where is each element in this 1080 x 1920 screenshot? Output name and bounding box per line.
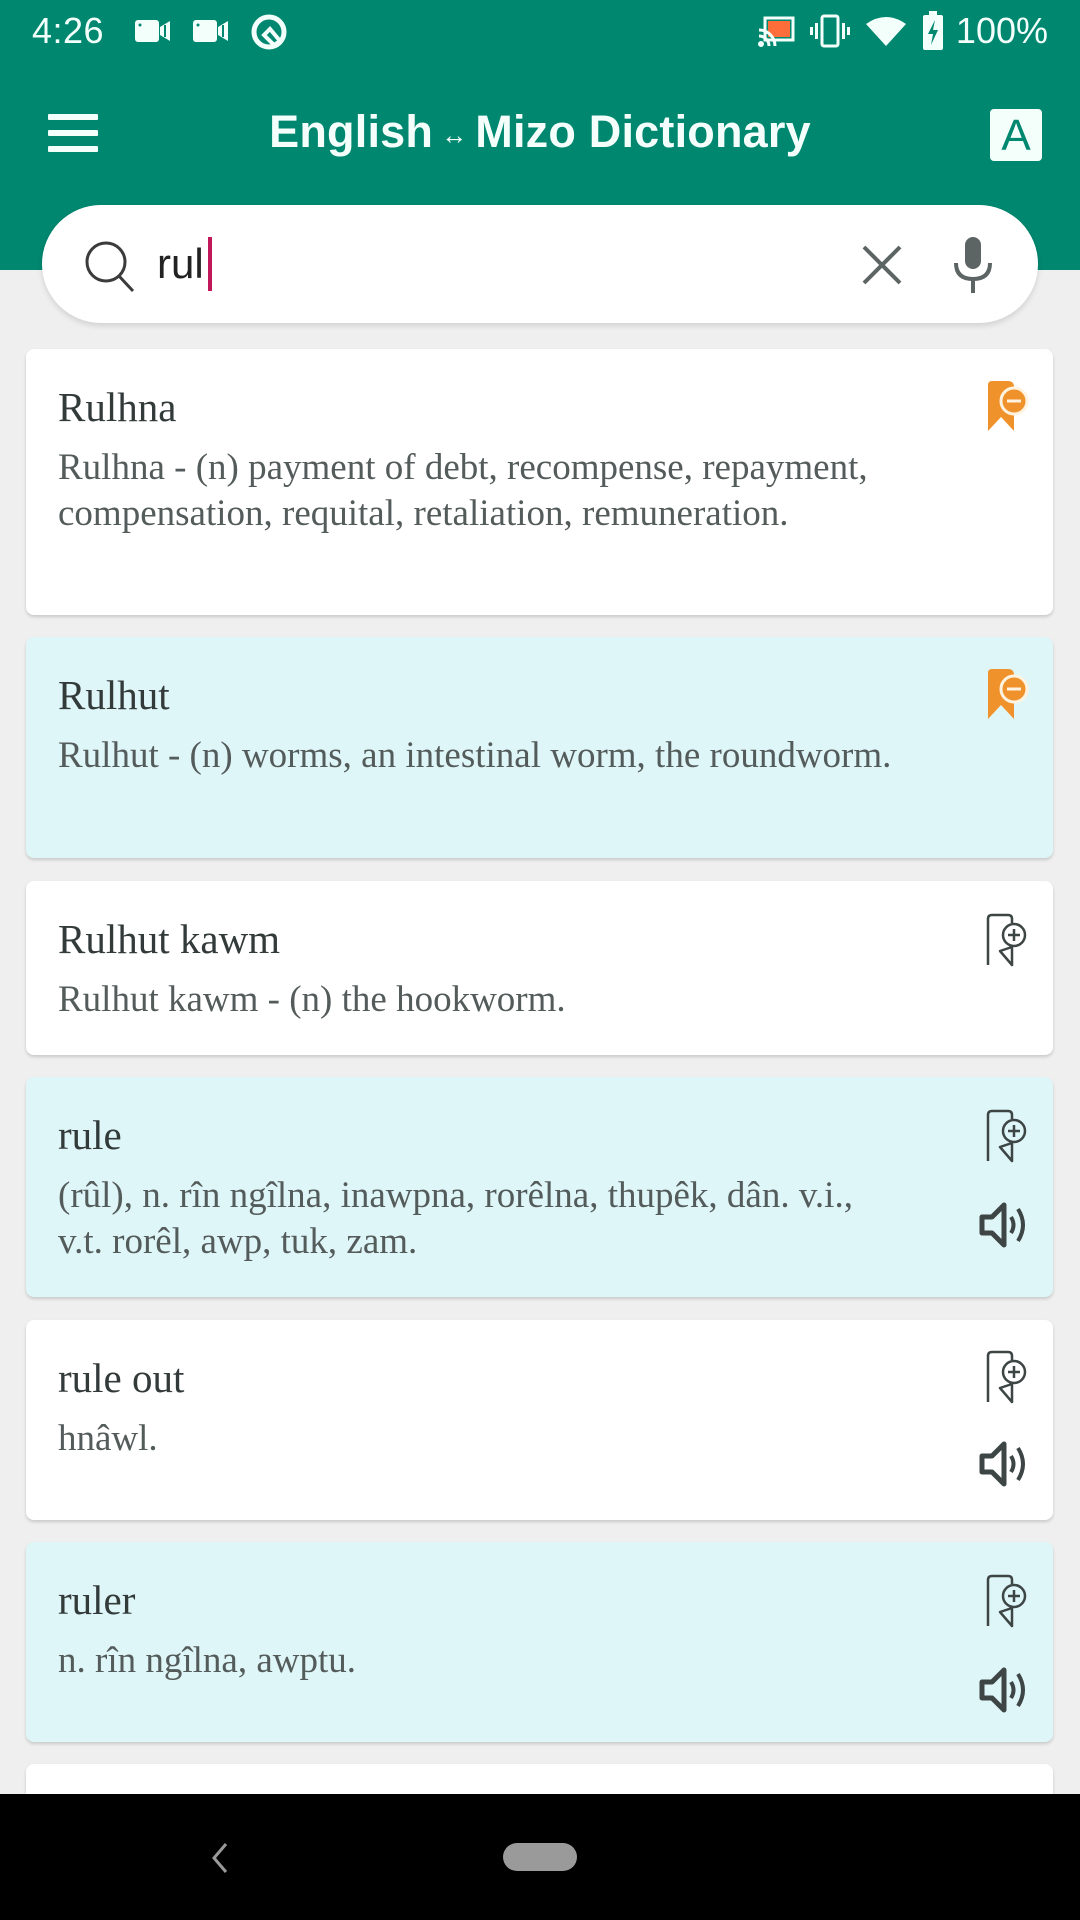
- bookmark-add-icon[interactable]: [984, 1574, 1030, 1630]
- search-icon: [85, 241, 135, 293]
- video-camera-icon: [193, 20, 228, 42]
- wifi-icon: [866, 17, 906, 46]
- close-icon[interactable]: [854, 237, 910, 293]
- home-pill-icon[interactable]: [503, 1843, 577, 1871]
- search-bar: [42, 205, 1038, 323]
- result-word: Rulhut kawm: [58, 916, 281, 962]
- text-caret: [208, 237, 212, 291]
- bookmark-add-icon[interactable]: [984, 1109, 1030, 1165]
- result-definition: Rulhut - (n) worms, an intestinal worm, …: [58, 735, 892, 776]
- result-definition: Rulhna - (n) payment of debt, recompense…: [58, 447, 868, 534]
- result-definition: (rûl), n. rîn ngîlna, inawpna, rorêlna, …: [58, 1175, 853, 1262]
- result-word: Rulhut: [58, 672, 170, 718]
- result-card[interactable]: Rulhna Rulhna - (n) payment of debt, rec…: [26, 349, 1053, 615]
- font-size-button[interactable]: A: [990, 109, 1042, 161]
- result-definition: hnâwl.: [58, 1418, 158, 1459]
- result-word: rule: [58, 1112, 122, 1158]
- speaker-icon[interactable]: [976, 1664, 1032, 1716]
- microphone-icon[interactable]: [948, 233, 998, 297]
- search-input[interactable]: [157, 229, 807, 299]
- speaker-icon[interactable]: [976, 1199, 1032, 1251]
- q-logo-icon: [251, 14, 287, 50]
- title-target-language: Mizo Dictionary: [475, 106, 811, 157]
- result-card[interactable]: ruler n. rîn ngîlna, awptu.: [26, 1542, 1053, 1742]
- status-bar: 4:26 100%: [0, 0, 1080, 62]
- bookmark-remove-icon[interactable]: [984, 379, 1030, 435]
- vibrate-icon: [810, 14, 850, 48]
- result-definition: n. rîn ngîlna, awptu.: [58, 1640, 357, 1681]
- status-time: 4:26: [32, 10, 105, 51]
- result-card[interactable]: rule out hnâwl.: [26, 1320, 1053, 1520]
- app-title: English ↔ Mizo Dictionary: [0, 106, 1080, 158]
- title-source-language: English: [269, 106, 434, 157]
- video-camera-icon: [135, 20, 170, 42]
- result-definition: Rulhut kawm - (n) the hookworm.: [58, 979, 566, 1020]
- cast-icon: [758, 16, 795, 47]
- result-word: Rulhna: [58, 384, 177, 430]
- battery-charging-icon: [923, 11, 943, 50]
- speaker-icon[interactable]: [976, 1438, 1032, 1490]
- system-nav-bar: [0, 1794, 1080, 1920]
- battery-percent: 100%: [955, 10, 1048, 51]
- result-card[interactable]: Rulhut kawm Rulhut kawm - (n) the hookwo…: [26, 881, 1053, 1055]
- back-chevron-icon[interactable]: [206, 1838, 236, 1878]
- result-word: rule out: [58, 1355, 185, 1401]
- result-word: ruler: [58, 1577, 136, 1623]
- bookmark-add-icon[interactable]: [984, 1350, 1030, 1406]
- swap-arrow-icon: ↔: [441, 119, 468, 150]
- bookmark-add-icon[interactable]: [984, 913, 1030, 969]
- result-card[interactable]: Rulhut Rulhut - (n) worms, an intestinal…: [26, 637, 1053, 858]
- bookmark-remove-icon[interactable]: [984, 667, 1030, 723]
- result-card[interactable]: rule (rûl), n. rîn ngîlna, inawpna, rorê…: [26, 1077, 1053, 1297]
